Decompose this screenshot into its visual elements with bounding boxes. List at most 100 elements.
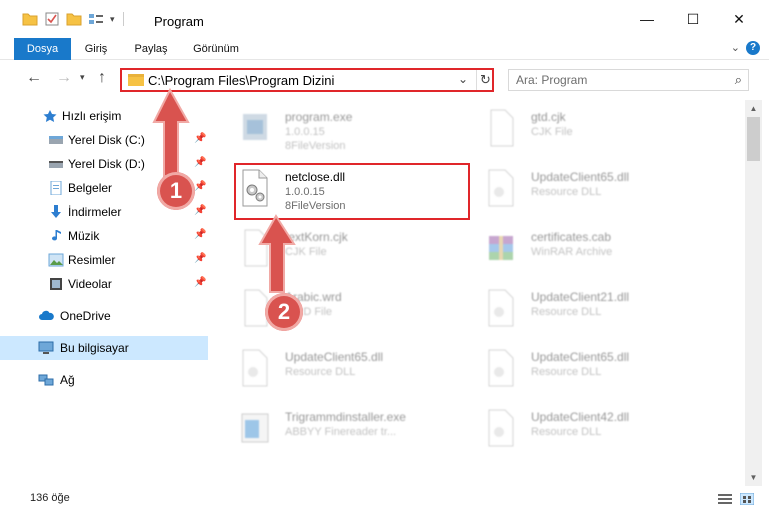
up-arrow-icon[interactable]: ↑ xyxy=(98,69,106,87)
file-item[interactable]: Trigrammdinstaller.exe ABBYY Finereader … xyxy=(235,402,471,456)
file-item[interactable]: certificates.cab WinRAR Archive xyxy=(481,222,717,276)
sidebar-label-this-pc: Bu bilgisayar xyxy=(60,341,129,355)
folder-icon xyxy=(128,74,144,86)
sidebar-item-quick-access[interactable]: Hızlı erişim xyxy=(0,104,210,128)
pin-icon[interactable]: 📌 xyxy=(194,277,206,288)
sidebar-item-disk-c[interactable]: Yerel Disk (C:) 📌 xyxy=(0,128,210,152)
generic-file-icon xyxy=(490,109,514,147)
downloads-icon xyxy=(51,205,61,218)
sidebar-item-pictures[interactable]: Resimler 📌 xyxy=(0,248,210,272)
file-detail: Resource DLL xyxy=(285,366,356,378)
file-list: program.exe 1.0.0.15 8FileVersion gtd.cj… xyxy=(211,100,743,486)
file-name: certificates.cab xyxy=(531,230,612,244)
search-placeholder[interactable]: Ara: Program xyxy=(516,73,587,87)
file-item[interactable]: UpdateClient65.dll Resource DLL xyxy=(481,162,717,216)
file-name: textKorn.cjk xyxy=(285,230,348,244)
search-box[interactable]: Ara: Program ⌕ xyxy=(508,69,749,91)
title-bar: ▾ Program — ☐ ✕ xyxy=(0,0,769,38)
pin-icon[interactable]: 📌 xyxy=(194,205,206,216)
ribbon-expand-icon[interactable]: ⌄ xyxy=(731,41,740,54)
refresh-icon[interactable]: ↻ xyxy=(476,70,494,90)
vertical-scrollbar[interactable]: ▲ ▼ xyxy=(745,100,762,486)
file-detail: WinRAR Archive xyxy=(531,246,613,258)
scrollbar-thumb[interactable] xyxy=(747,117,760,161)
exe-icon xyxy=(243,114,267,140)
minimize-button[interactable]: — xyxy=(624,0,670,38)
file-item[interactable]: UpdateClient42.dll Resource DLL xyxy=(481,402,717,456)
navigation-bar: ← → ▾ ↑ C:\Program Files\Program Dizini … xyxy=(0,61,769,97)
sidebar-item-onedrive[interactable]: OneDrive xyxy=(0,304,210,328)
tab-file[interactable]: Dosya xyxy=(14,38,71,60)
documents-icon xyxy=(50,181,62,195)
file-detail: CJK File xyxy=(531,126,573,138)
pin-icon[interactable]: 📌 xyxy=(194,229,206,240)
sidebar-item-network[interactable]: Ağ xyxy=(0,368,210,392)
file-detail: 8FileVersion xyxy=(285,140,346,152)
maximize-button[interactable]: ☐ xyxy=(670,0,716,38)
sidebar-item-music[interactable]: Müzik 📌 xyxy=(0,224,210,248)
tab-home[interactable]: Giriş xyxy=(76,38,116,60)
file-detail: Resource DLL xyxy=(531,306,602,318)
file-item[interactable]: UpdateClient65.dll Resource DLL xyxy=(481,342,717,396)
search-icon[interactable]: ⌕ xyxy=(735,72,742,88)
help-button[interactable]: ? xyxy=(746,41,760,55)
file-detail: 1.0.0.15 xyxy=(285,126,325,138)
recent-locations-icon[interactable]: ▾ xyxy=(80,72,85,83)
new-folder-icon[interactable] xyxy=(66,12,82,26)
drive-icon xyxy=(49,136,63,144)
pin-icon[interactable]: 📌 xyxy=(194,253,206,264)
navigation-pane: Hızlı erişim Yerel Disk (C:) 📌 Yerel Dis… xyxy=(0,100,210,480)
step-badge-1: 1 xyxy=(157,172,195,210)
dll-icon xyxy=(242,349,268,387)
quick-access-toolbar: ▾ xyxy=(22,12,124,26)
music-icon xyxy=(52,230,61,241)
forward-arrow-icon[interactable]: → xyxy=(56,69,72,87)
file-name: UpdateClient65.dll xyxy=(285,350,384,364)
scroll-down-icon[interactable]: ▼ xyxy=(745,469,762,486)
window-title: Program xyxy=(154,14,204,29)
close-button[interactable]: ✕ xyxy=(716,0,762,38)
qat-dropdown-icon[interactable]: ▾ xyxy=(110,14,115,25)
sidebar-item-label: Resimler xyxy=(68,253,116,267)
customize-toolbar-icon[interactable] xyxy=(88,12,104,26)
file-name: gtd.cjk xyxy=(531,110,566,124)
file-name: Trigrammdinstaller.exe xyxy=(285,410,406,424)
sidebar-item-label: Yerel Disk (D:) xyxy=(68,157,145,171)
file-item[interactable]: program.exe 1.0.0.15 8FileVersion xyxy=(235,102,471,156)
file-detail: Resource DLL xyxy=(531,186,602,198)
dll-icon xyxy=(488,169,514,207)
sidebar-item-label: Yerel Disk (C:) xyxy=(68,133,145,147)
folder-icon xyxy=(22,13,38,26)
tab-share[interactable]: Paylaş xyxy=(127,38,175,60)
highlight-box xyxy=(234,163,470,220)
address-dropdown-icon[interactable]: ⌄ xyxy=(458,72,468,86)
details-view-icon[interactable] xyxy=(718,493,732,505)
pin-icon[interactable]: 📌 xyxy=(194,181,206,192)
tab-view[interactable]: Görünüm xyxy=(186,38,246,60)
address-path[interactable]: C:\Program Files\Program Dizini xyxy=(148,73,334,88)
pin-icon[interactable]: 📌 xyxy=(194,157,206,168)
file-item[interactable]: textKorn.cjk CJK File xyxy=(235,222,471,276)
file-name: program.exe xyxy=(285,110,353,124)
scroll-up-icon[interactable]: ▲ xyxy=(745,100,762,117)
sidebar-label-onedrive: OneDrive xyxy=(60,309,111,323)
pin-icon[interactable]: 📌 xyxy=(194,133,206,144)
file-item[interactable]: UpdateClient21.dll Resource DLL xyxy=(481,282,717,336)
status-bar: 136 öğe xyxy=(0,488,769,510)
file-item[interactable]: gtd.cjk CJK File xyxy=(481,102,717,156)
address-bar[interactable]: C:\Program Files\Program Dizini ⌄ ↻ xyxy=(120,68,494,92)
star-icon xyxy=(43,110,57,122)
file-name: UpdateClient42.dll xyxy=(531,410,630,424)
properties-icon[interactable] xyxy=(44,12,60,26)
sidebar-item-videos[interactable]: Videolar 📌 xyxy=(0,272,210,296)
videos-icon xyxy=(50,278,62,290)
file-detail: CJK File xyxy=(285,246,327,258)
back-arrow-icon[interactable]: ← xyxy=(26,69,42,87)
large-icons-view-icon[interactable] xyxy=(740,493,754,505)
cloud-icon xyxy=(39,310,54,320)
dll-icon xyxy=(488,349,514,387)
file-item[interactable]: UpdateClient65.dll Resource DLL xyxy=(235,342,471,396)
qat-divider xyxy=(122,12,124,26)
computer-icon xyxy=(38,341,54,354)
sidebar-item-this-pc[interactable]: Bu bilgisayar xyxy=(0,336,208,360)
